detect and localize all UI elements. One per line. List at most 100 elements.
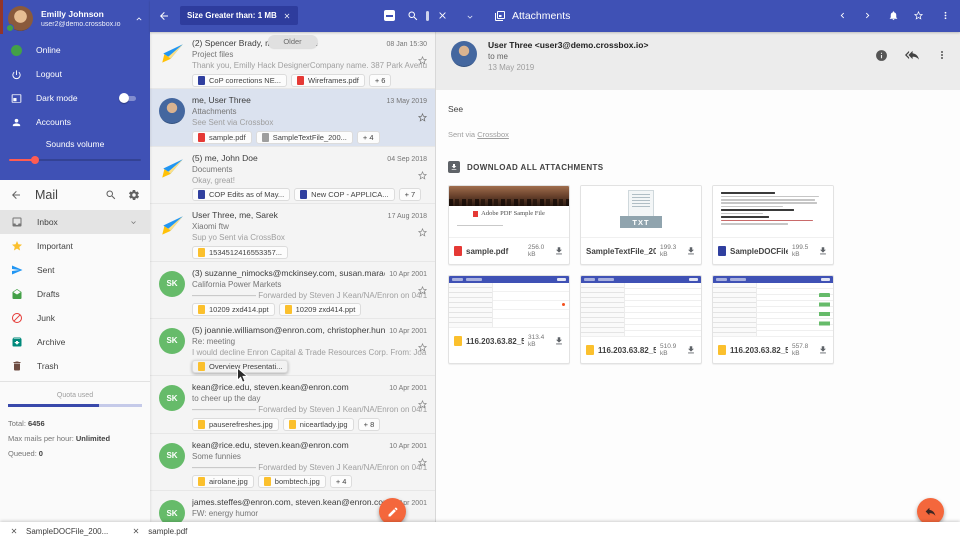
star-outline-icon[interactable] — [417, 342, 428, 353]
attachment-chip[interactable]: bombtech.jpg — [258, 475, 326, 488]
attachment-card[interactable]: Adobe PDF Sample File sample.pdf 256.0kB — [448, 185, 570, 265]
mail-nav-header: Mail — [0, 180, 150, 210]
expand-chevron-icon[interactable] — [465, 12, 475, 22]
sounds-volume-slider[interactable] — [9, 159, 141, 161]
older-pill[interactable]: Older — [267, 35, 317, 48]
sidebar-item-inbox[interactable]: Inbox — [0, 210, 150, 234]
attachment-chip[interactable]: pauserefreshes.jpg — [192, 418, 279, 431]
more-menu-icon[interactable] — [936, 49, 948, 61]
account-row[interactable]: Emilly Johnson user2@demo.crossbox.io — [0, 0, 150, 38]
reply-all-icon[interactable] — [905, 48, 919, 62]
back-arrow-icon[interactable] — [158, 10, 170, 22]
sidebar-item-archive[interactable]: Archive — [0, 330, 150, 354]
attachment-card[interactable]: 116.203.63.82_5... 313.4kB — [448, 275, 570, 364]
star-outline-icon[interactable] — [417, 170, 428, 181]
search-icon[interactable] — [105, 189, 117, 201]
close-icon[interactable] — [132, 527, 140, 535]
email-list-item[interactable]: SK (3) suzanne_nimocks@mckinsey.com, sus… — [150, 262, 435, 319]
star-outline-icon[interactable] — [417, 285, 428, 296]
email-subject: to cheer up the day — [192, 394, 427, 403]
download-icon[interactable] — [818, 246, 828, 256]
star-outline-icon[interactable] — [417, 55, 428, 66]
back-icon[interactable] — [10, 189, 22, 201]
sidebar-item-junk[interactable]: Junk — [0, 306, 150, 330]
bell-icon[interactable] — [888, 10, 899, 21]
sidebar-item-important[interactable]: Important — [0, 234, 150, 258]
star-outline-icon[interactable] — [417, 112, 428, 123]
crossbox-link[interactable]: Crossbox — [477, 130, 509, 139]
search-icon[interactable] — [407, 10, 419, 22]
attachment-chip[interactable]: 10209 zxd414.ppt — [192, 303, 275, 316]
email-list-item[interactable]: SK kean@rice.edu, steven.kean@enron.com1… — [150, 376, 435, 433]
attachment-card[interactable]: TXT SampleTextFile_20... 199.3kB — [580, 185, 702, 265]
more-attachments-chip[interactable]: + 4 — [357, 131, 380, 144]
email-date: 13 May 2019 — [387, 98, 427, 105]
download-icon[interactable] — [554, 336, 564, 346]
slider-knob[interactable] — [31, 156, 39, 164]
chevron-right-icon[interactable] — [862, 10, 873, 21]
attachment-chip[interactable]: 1534512416553357... — [192, 246, 288, 259]
sidebar-item-accounts[interactable]: Accounts — [0, 110, 150, 134]
attachment-chip[interactable]: sample.pdf — [192, 131, 252, 144]
download-icon[interactable] — [686, 345, 696, 355]
close-icon[interactable] — [10, 527, 18, 535]
filter-chip[interactable]: Size Greater than: 1 MB — [180, 6, 298, 25]
email-body-text: See — [448, 104, 948, 114]
mail-nav-title: Mail — [35, 188, 94, 202]
star-outline-icon[interactable] — [417, 399, 428, 410]
remove-filter-icon[interactable] — [283, 12, 291, 20]
attachment-card[interactable]: SampleDOCFile_... 199.5kB — [712, 185, 834, 265]
attachment-chip[interactable]: airolane.jpg — [192, 475, 254, 488]
attachment-chip[interactable]: New COP - APPLICA... — [294, 188, 394, 201]
close-icon[interactable] — [437, 10, 448, 21]
email-list-item[interactable]: SK (5) joannie.williamson@enron.com, chr… — [150, 319, 435, 376]
reply-fab[interactable] — [917, 498, 944, 525]
download-all-button[interactable]: DOWNLOAD ALL ATTACHMENTS — [448, 161, 948, 173]
attachment-chip[interactable]: CoP corrections NE... — [192, 74, 287, 87]
attachment-chip[interactable]: Wireframes.pdf — [291, 74, 365, 87]
sidebar-item-online[interactable]: Online — [0, 38, 150, 62]
more-attachments-chip[interactable]: + 4 — [330, 475, 353, 488]
more-attachments-chip[interactable]: + 7 — [399, 188, 422, 201]
sidebar-item-sent[interactable]: Sent — [0, 258, 150, 282]
file-tab[interactable]: sample.pdf — [132, 527, 187, 536]
email-list-item[interactable]: User Three, me, Sarek17 Aug 2018 Xiaomi … — [150, 204, 435, 261]
queued-value: 0 — [39, 449, 43, 458]
select-all-checkbox-icon[interactable] — [384, 10, 395, 21]
gear-icon[interactable] — [128, 189, 140, 201]
attachment-card[interactable]: 116.203.63.82_5... 557.8kB — [712, 275, 834, 364]
attachment-chip[interactable]: 10209 zxd414.ppt — [279, 303, 362, 316]
dark-mode-toggle[interactable] — [119, 94, 138, 103]
download-icon[interactable] — [686, 246, 696, 256]
attachment-chip[interactable]: niceartlady.jpg — [283, 418, 354, 431]
star-outline-icon[interactable] — [417, 457, 428, 468]
email-list-item[interactable]: (5) me, John Doe04 Sep 2018 Documents Ok… — [150, 147, 435, 204]
download-icon[interactable] — [818, 345, 828, 355]
more-attachments-chip[interactable]: + 6 — [369, 74, 392, 87]
email-list-item[interactable]: SK kean@rice.edu, steven.kean@enron.com1… — [150, 434, 435, 491]
file-tab[interactable]: SampleDOCFile_200... — [10, 527, 108, 536]
trash-label: Trash — [37, 361, 58, 371]
download-icon[interactable] — [554, 246, 564, 256]
compose-fab[interactable] — [379, 498, 406, 522]
more-attachments-chip[interactable]: + 8 — [358, 418, 381, 431]
chevron-up-icon[interactable] — [134, 14, 144, 24]
attachment-card[interactable]: 116.203.63.82_5... 510.9kB — [580, 275, 702, 364]
chevron-down-icon[interactable] — [129, 218, 138, 227]
chevron-left-icon[interactable] — [837, 10, 848, 21]
attachment-chip[interactable]: SampleTextFile_200... — [256, 131, 353, 144]
sidebar-item-drafts[interactable]: Drafts — [0, 282, 150, 306]
filter-handle-icon[interactable] — [426, 11, 429, 21]
star-outline-icon[interactable] — [417, 227, 428, 238]
info-icon[interactable] — [875, 49, 888, 62]
sidebar-item-logout[interactable]: Logout — [0, 62, 150, 86]
sidebar-item-dark-mode[interactable]: Dark mode — [0, 86, 150, 110]
email-date: 10 Apr 2001 — [389, 443, 427, 450]
sidebar-item-trash[interactable]: Trash — [0, 354, 150, 378]
attachment-size: 199.5kB — [792, 244, 814, 259]
star-icon[interactable] — [913, 10, 924, 21]
attachment-chip[interactable]: COP Edits as of May... — [192, 188, 290, 201]
drafts-icon — [10, 288, 24, 300]
email-list-item-selected[interactable]: me, User Three13 May 2019 Attachments Se… — [150, 89, 435, 146]
more-menu-icon[interactable] — [940, 10, 951, 21]
